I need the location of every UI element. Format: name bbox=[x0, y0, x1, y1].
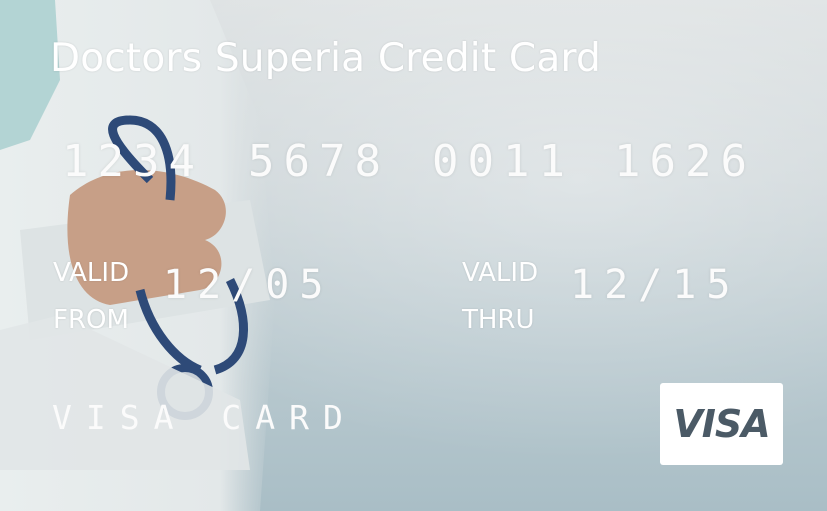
card-type-label: VISA CARD bbox=[52, 398, 357, 437]
valid-thru-date: 12/15 bbox=[570, 262, 741, 308]
valid-from-label-line1: VALID bbox=[53, 258, 130, 288]
valid-thru-label-line1: VALID bbox=[462, 258, 539, 288]
card-number-group-1: 1234 bbox=[62, 136, 204, 187]
valid-thru-label: VALID THRU bbox=[462, 250, 538, 344]
credit-card: Doctors Superia Credit Card 1234 5678 00… bbox=[0, 0, 827, 511]
valid-thru-label-line2: THRU bbox=[462, 305, 535, 335]
valid-from-label: VALID FROM bbox=[53, 250, 129, 344]
card-number-group-3: 0011 bbox=[432, 136, 574, 187]
visa-logo-text: VISA bbox=[673, 402, 770, 446]
visa-logo-icon: VISA bbox=[660, 383, 783, 465]
card-title: Doctors Superia Credit Card bbox=[50, 36, 601, 81]
valid-from-date: 12/05 bbox=[163, 262, 334, 308]
valid-from-label-line2: FROM bbox=[53, 305, 129, 335]
card-number-group-2: 5678 bbox=[248, 136, 390, 187]
card-number-group-4: 1626 bbox=[614, 136, 756, 187]
